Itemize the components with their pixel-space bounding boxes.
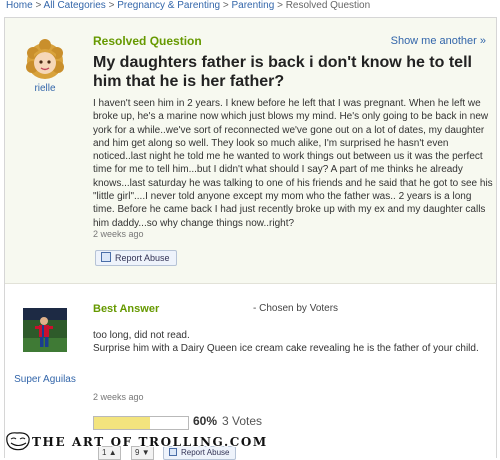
breadcrumb-separator: > bbox=[277, 0, 283, 11]
breadcrumb-pregnancy-parenting[interactable]: Pregnancy & Parenting bbox=[117, 0, 220, 11]
show-me-another-link[interactable]: Show me another » bbox=[391, 35, 486, 47]
chosen-by-voters-label: - Chosen by Voters bbox=[253, 303, 339, 314]
asker-name[interactable]: rielle bbox=[5, 83, 85, 94]
question-timestamp: 2 weeks ago bbox=[93, 229, 144, 239]
breadcrumb-separator: > bbox=[222, 0, 229, 11]
breadcrumb-current: Resolved Question bbox=[285, 0, 371, 11]
vote-count: 3 Votes bbox=[222, 414, 263, 428]
vote-progress-fill bbox=[94, 417, 151, 429]
breadcrumb-all-categories[interactable]: All Categories bbox=[44, 0, 106, 11]
site-watermark: THE ART OF TROLLING.COM bbox=[0, 430, 500, 452]
question-body: I haven't seen him in 2 years. I knew be… bbox=[93, 98, 493, 229]
watermark-text: THE ART OF TROLLING.COM bbox=[32, 435, 268, 449]
asker-avatar[interactable] bbox=[23, 39, 67, 83]
answer-body-line-1: too long, did not read. bbox=[93, 330, 190, 341]
breadcrumb-home[interactable]: Home bbox=[6, 0, 33, 11]
vote-percent: 60% bbox=[193, 414, 218, 428]
question-panel: rielle Resolved Question Show me another… bbox=[5, 18, 496, 284]
breadcrumb: Home > All Categories > Pregnancy & Pare… bbox=[6, 0, 370, 11]
answer-body: too long, did not read. Surprise him wit… bbox=[93, 329, 493, 356]
best-answer-label: Best Answer bbox=[93, 303, 160, 315]
resolved-question-label: Resolved Question bbox=[93, 34, 202, 48]
question-report-abuse-button[interactable]: Report Abuse bbox=[95, 250, 177, 266]
report-flag-icon bbox=[101, 252, 111, 262]
report-abuse-label: Report Abuse bbox=[115, 253, 170, 263]
breadcrumb-separator: > bbox=[108, 0, 115, 11]
answer-timestamp: 2 weeks ago bbox=[93, 392, 144, 402]
answerer-name[interactable]: Super Aguilas bbox=[5, 373, 85, 386]
breadcrumb-parenting[interactable]: Parenting bbox=[231, 0, 274, 11]
troll-face-icon bbox=[6, 432, 30, 451]
vote-progress-bar bbox=[93, 416, 189, 430]
breadcrumb-separator: > bbox=[35, 0, 42, 11]
question-title: My daughters father is back i don't know… bbox=[93, 54, 472, 90]
answerer-avatar[interactable] bbox=[23, 308, 67, 352]
answer-page: rielle Resolved Question Show me another… bbox=[4, 17, 497, 460]
answer-body-line-2: Surprise him with a Dairy Queen ice crea… bbox=[93, 343, 479, 355]
